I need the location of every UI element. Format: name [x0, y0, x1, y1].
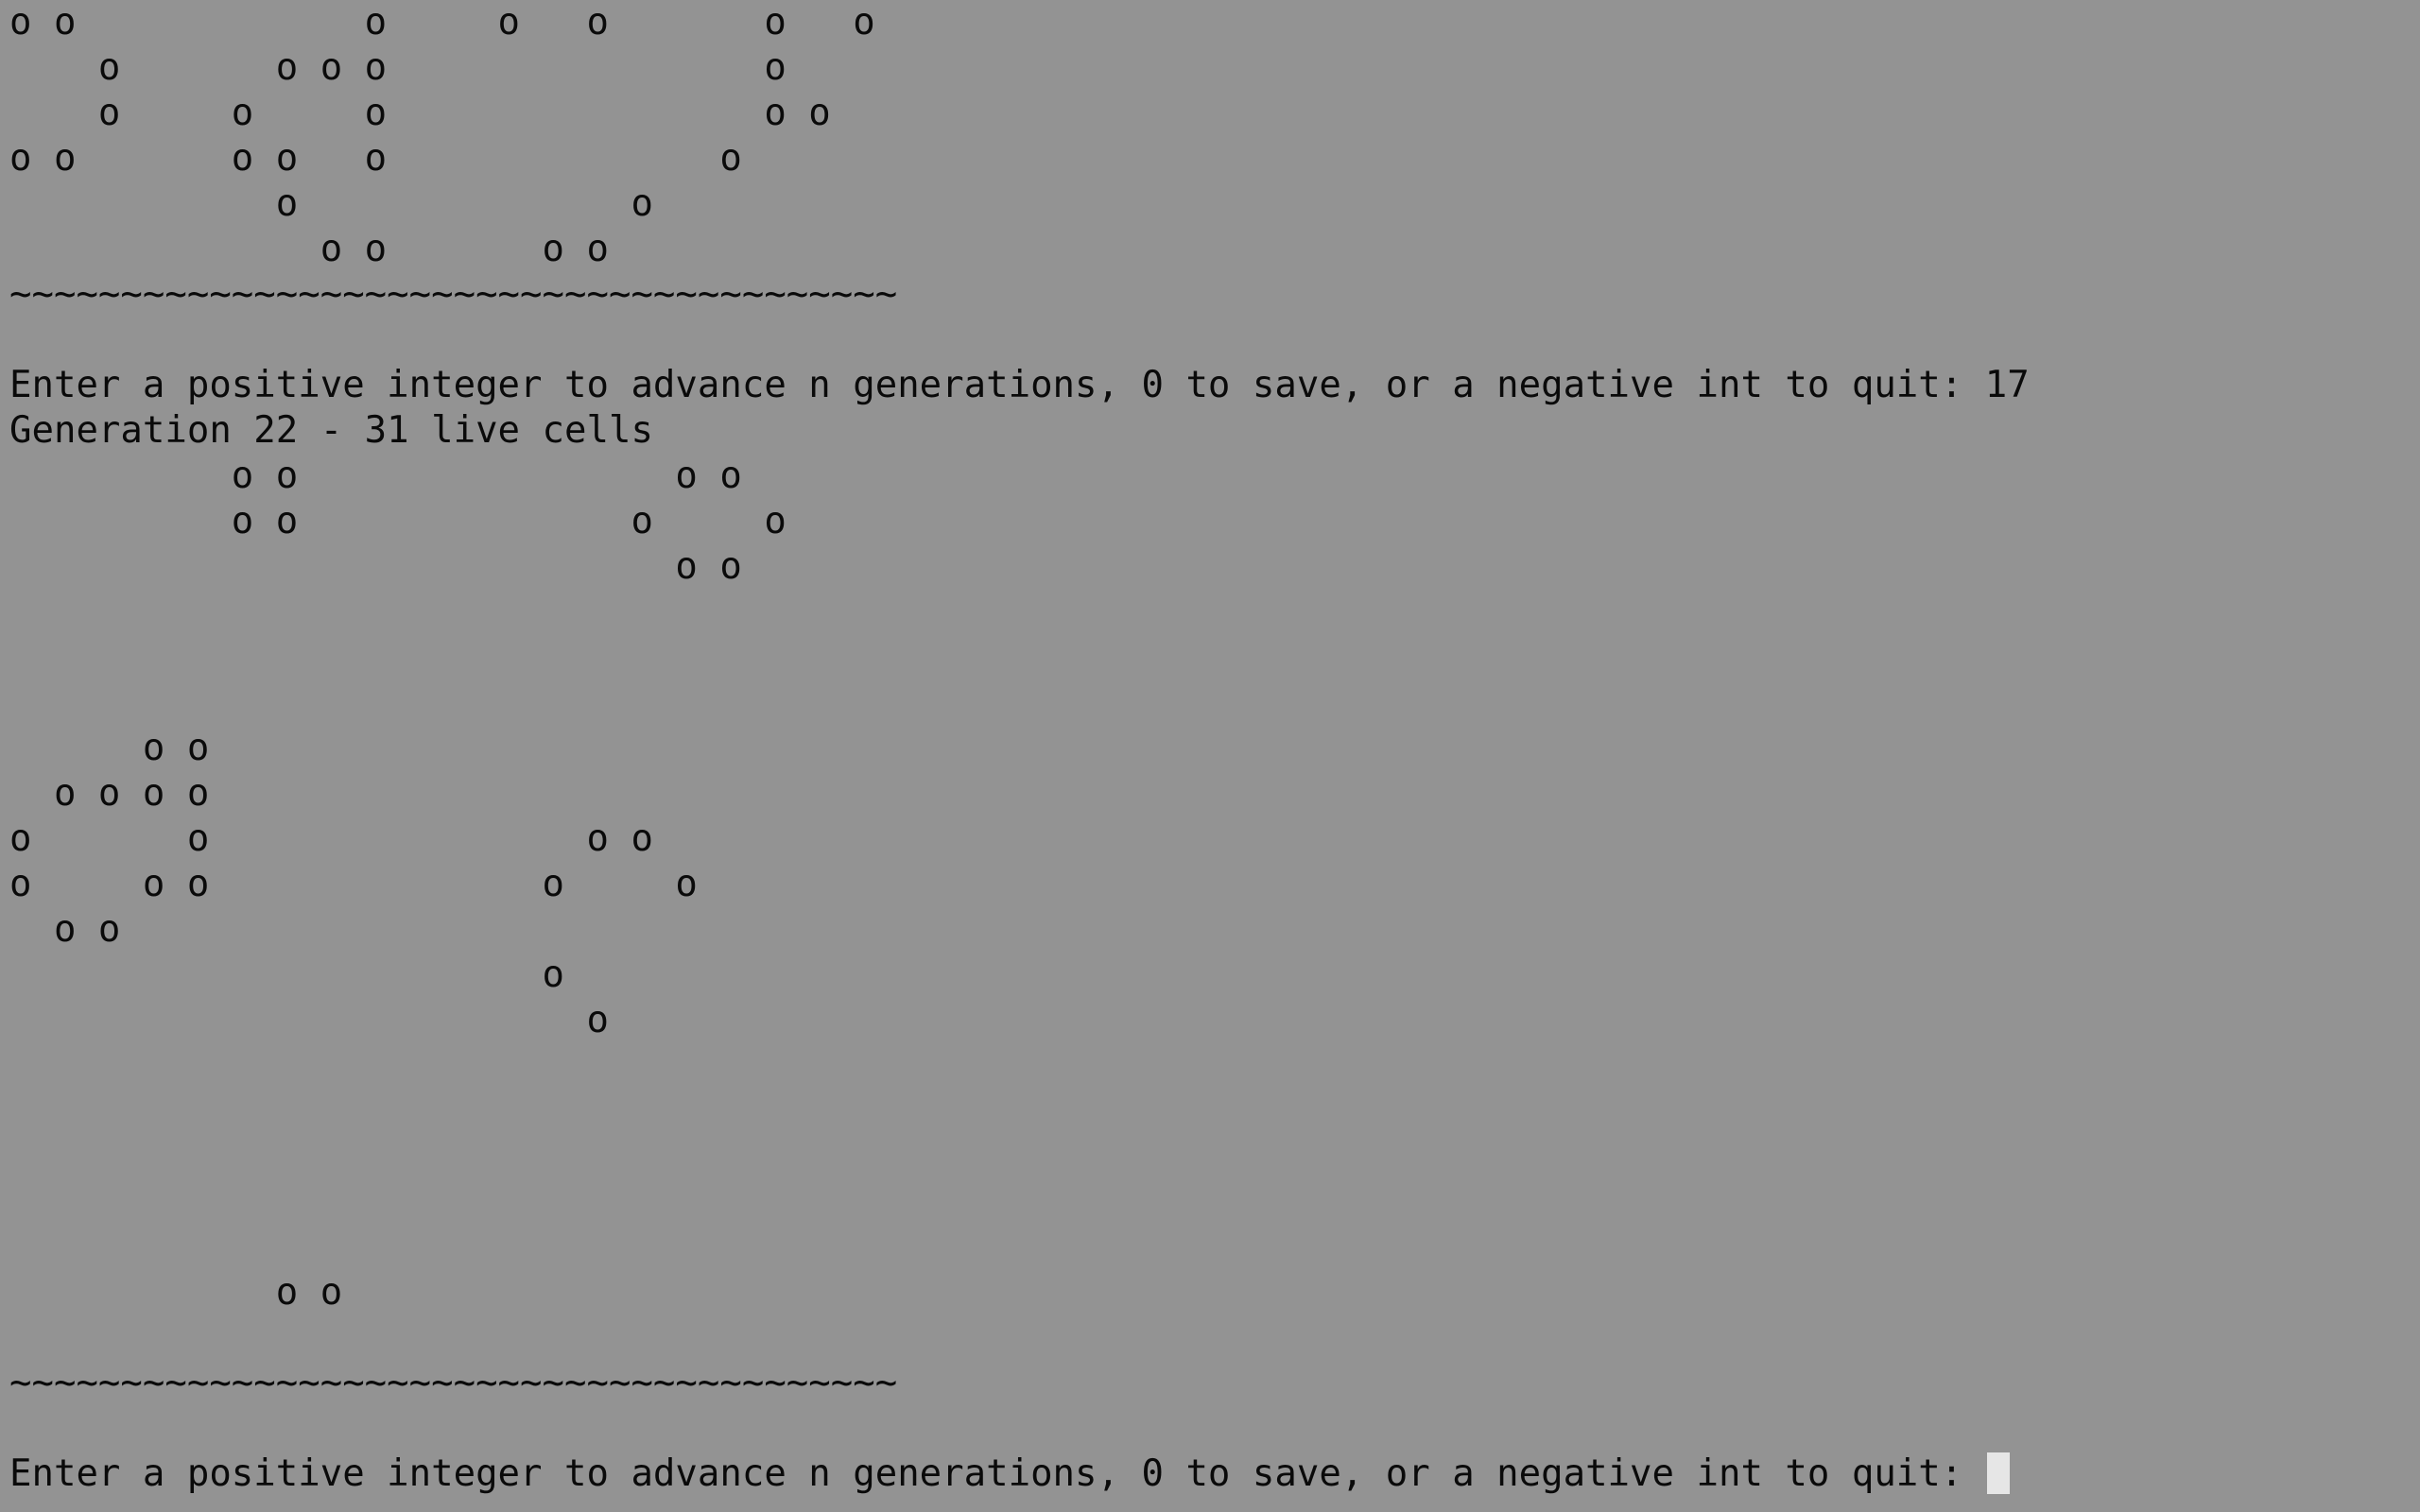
text-cursor[interactable] — [1986, 1452, 2010, 1494]
input-prompt-line[interactable]: Enter a positive integer to advance n ge… — [9, 1452, 2010, 1497]
terminal-line: o — [9, 999, 609, 1041]
prompt-line: Enter a positive integer to advance n ge… — [9, 364, 2030, 406]
terminal-line: o o o o o — [9, 46, 786, 89]
separator-line: ~~~~~~~~~~~~~~~~~~~~~~~~~~~~~~~~~~~~~~~~ — [9, 1362, 898, 1404]
terminal-line: o o — [9, 727, 210, 769]
generation-status: Generation 22 - 31 live cells — [9, 409, 653, 452]
terminal-line: o o o o — [9, 500, 786, 542]
terminal-line: o o o o o — [9, 92, 831, 134]
terminal-line: o o o o — [9, 817, 653, 860]
terminal-line: o o o o o o — [9, 137, 742, 180]
terminal-line: o o o o o o o — [9, 1, 875, 43]
terminal-line: o o o o — [9, 228, 609, 270]
terminal-line: o — [9, 954, 564, 996]
terminal-line: o o o o o — [9, 863, 698, 905]
terminal-line: o o — [9, 908, 121, 951]
terminal-window[interactable]: o o o o o o o o o o o o o o o o o o o o … — [0, 0, 2420, 1512]
terminal-line: o o — [9, 545, 742, 588]
terminal-line: o o o o — [9, 772, 210, 815]
separator-line: ~~~~~~~~~~~~~~~~~~~~~~~~~~~~~~~~~~~~~~~~ — [9, 273, 898, 316]
terminal-line: o o — [9, 182, 653, 225]
terminal-line: o o — [9, 1271, 343, 1314]
prompt-text: Enter a positive integer to advance n ge… — [9, 1452, 1985, 1495]
terminal-line: o o o o — [9, 455, 742, 497]
